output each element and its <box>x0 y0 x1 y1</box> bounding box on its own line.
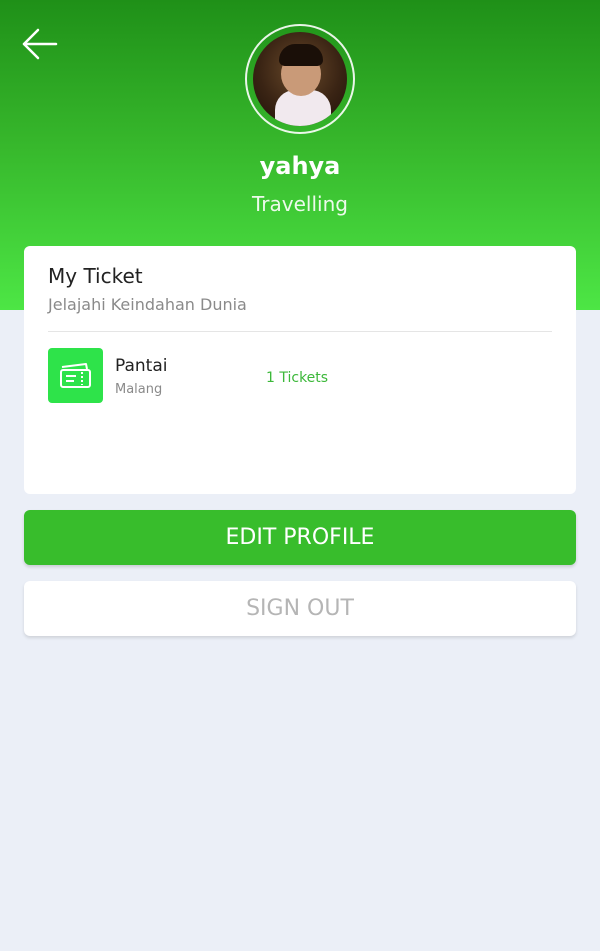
ticket-list-item[interactable]: Pantai Malang 1 Tickets <box>48 348 552 403</box>
back-button[interactable] <box>20 26 60 62</box>
user-name: yahya <box>259 152 341 180</box>
ticket-icon <box>48 348 103 403</box>
arrow-left-icon <box>22 28 58 60</box>
avatar <box>253 32 347 126</box>
edit-profile-button[interactable]: EDIT PROFILE <box>24 510 576 565</box>
card-title: My Ticket <box>48 264 143 288</box>
sign-out-button[interactable]: SIGN OUT <box>24 581 576 636</box>
ticket-location: Malang <box>115 382 163 397</box>
my-ticket-card: My Ticket Jelajahi Keindahan Dunia Panta… <box>24 246 576 494</box>
ticket-count: 1 Tickets <box>266 370 329 386</box>
card-subtitle: Jelajahi Keindahan Dunia <box>48 295 247 314</box>
avatar-ring <box>245 24 355 134</box>
user-bio: Travelling <box>252 192 348 216</box>
ticket-name: Pantai <box>115 356 168 376</box>
divider <box>48 331 552 332</box>
